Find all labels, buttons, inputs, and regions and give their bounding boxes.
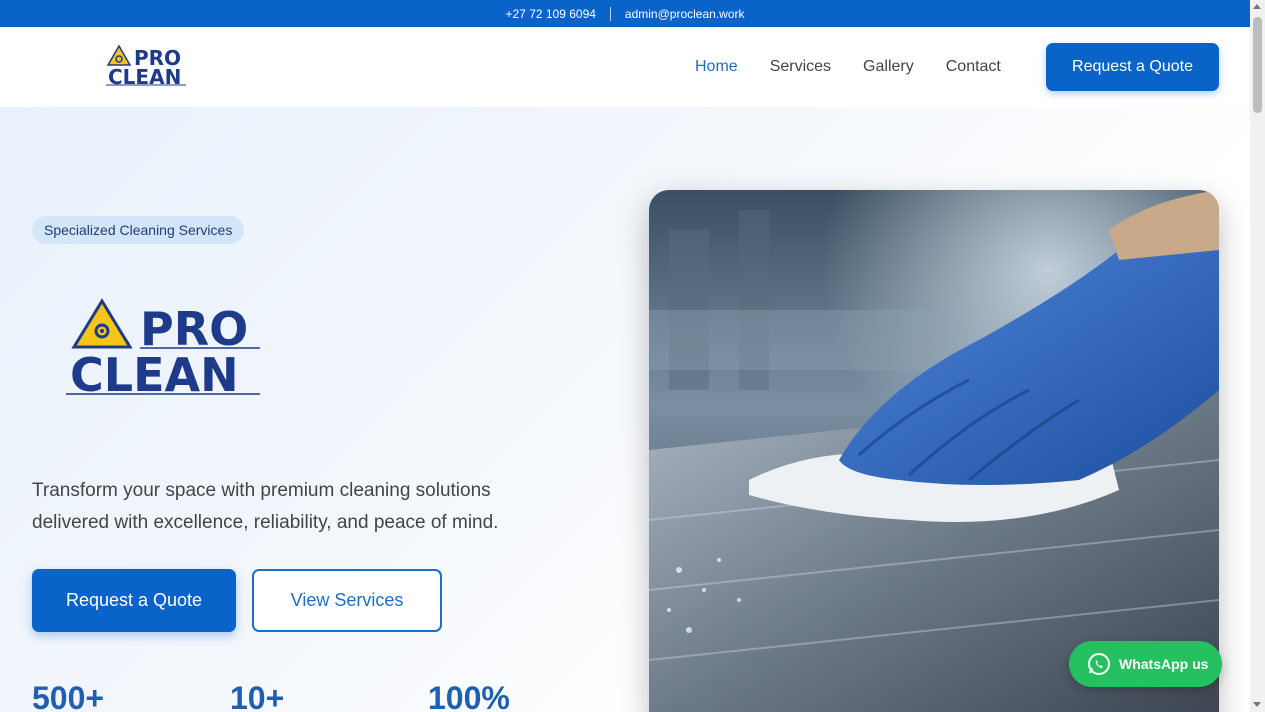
nav-gallery[interactable]: Gallery bbox=[863, 58, 914, 76]
view-services-button[interactable]: View Services bbox=[252, 569, 442, 632]
stat-value-1: 500+ bbox=[32, 680, 105, 712]
divider bbox=[609, 6, 611, 21]
email-address[interactable]: admin@proclean.work bbox=[625, 7, 745, 21]
header-quote-button[interactable]: Request a Quote bbox=[1046, 43, 1219, 91]
main-nav: Home Services Gallery Contact bbox=[695, 58, 1033, 76]
whatsapp-icon bbox=[1088, 653, 1110, 675]
stat-value-2: 10+ bbox=[230, 680, 285, 712]
scroll-up-arrow-icon[interactable] bbox=[1253, 4, 1261, 9]
hero-badge: Specialized Cleaning Services bbox=[32, 216, 245, 244]
stat-value-3: 100% bbox=[428, 680, 510, 712]
nav-contact[interactable]: Contact bbox=[946, 58, 1001, 76]
hero-logo: PRO CLEAN bbox=[66, 298, 260, 397]
logo-text-clean: CLEAN bbox=[108, 65, 181, 86]
scroll-down-arrow-icon[interactable] bbox=[1253, 702, 1261, 707]
tagline-line-2: delivered with excellence, reliability, … bbox=[32, 512, 499, 533]
phone-number[interactable]: +27 72 109 6094 bbox=[506, 7, 596, 21]
scroll-thumb[interactable] bbox=[1253, 17, 1262, 113]
nav-services[interactable]: Services bbox=[770, 58, 831, 76]
page-scrollbar[interactable] bbox=[1250, 0, 1265, 712]
hero-section: Specialized Cleaning Services PRO CLEAN … bbox=[0, 107, 1250, 712]
nav-home[interactable]: Home bbox=[695, 58, 738, 76]
site-logo[interactable]: PRO CLEAN bbox=[106, 44, 188, 86]
logo-text-clean: CLEAN bbox=[70, 348, 239, 397]
whatsapp-button[interactable]: WhatsApp us bbox=[1069, 641, 1222, 687]
site-header: PRO CLEAN Home Services Gallery Contact … bbox=[0, 27, 1250, 107]
hero-image bbox=[649, 190, 1219, 712]
cleaning-photo bbox=[649, 190, 1219, 712]
hero-tagline: Transform your space with premium cleani… bbox=[32, 475, 592, 539]
whatsapp-label: WhatsApp us bbox=[1119, 656, 1209, 672]
top-contact-bar: +27 72 109 6094 admin@proclean.work bbox=[0, 0, 1250, 27]
request-quote-button[interactable]: Request a Quote bbox=[32, 569, 236, 632]
tagline-line-1: Transform your space with premium cleani… bbox=[32, 480, 491, 501]
